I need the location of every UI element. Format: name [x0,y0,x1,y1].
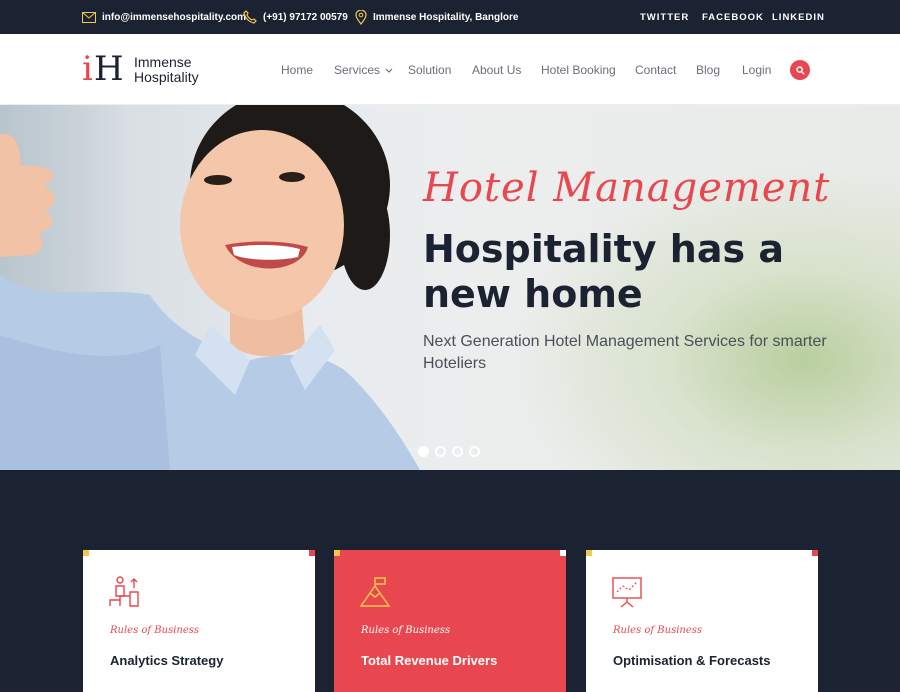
card-title: Total Revenue Drivers [361,653,498,668]
card-corner-accent [586,550,592,556]
site-logo[interactable]: i H Immense Hospitality [82,52,199,88]
hero-title: Hospitality has a new home [423,227,784,316]
slider-dot[interactable] [435,446,446,457]
social-twitter[interactable]: TWITTER [640,0,689,34]
mountain-flag-icon [359,577,391,607]
logo-letter-h: H [94,49,124,89]
slider-dot[interactable] [469,446,480,457]
phone-icon [243,10,257,24]
email-text: info@immensehospitality.com [102,11,247,23]
card-corner-accent [83,550,89,556]
card-corner-accent [812,550,818,556]
logo-line-2: Hospitality [134,69,199,85]
card-title: Analytics Strategy [110,653,224,668]
nav-services[interactable]: Services [334,63,393,77]
social-facebook[interactable]: FACEBOOK [702,0,764,34]
slider-dot[interactable] [418,446,429,457]
logo-line-1: Immense [134,54,192,70]
nav-blog[interactable]: Blog [696,63,720,77]
social-linkedin[interactable]: LINKEDIN [772,0,825,34]
card-kicker: Rules of Business [613,625,703,636]
hero-subtitle: Next Generation Hotel Management Service… [423,333,827,372]
email-contact[interactable]: info@immensehospitality.com [82,0,246,34]
hero-kicker: Hotel Management [423,165,831,211]
hero-slider: Hotel Management Hospitality has a new h… [0,105,900,470]
service-card[interactable]: Rules of Business Total Revenue Drivers [334,550,566,692]
search-button[interactable] [790,60,810,80]
card-corner-accent [560,550,566,556]
nav-contact[interactable]: Contact [635,63,676,77]
logo-letter-i: i [82,49,93,89]
service-card[interactable]: Rules of Business Analytics Strategy [83,550,315,692]
email-icon [82,11,96,23]
card-corner-accent [309,550,315,556]
location-text: Immense Hospitality, Banglore [373,11,519,23]
nav-about-us[interactable]: About Us [472,63,521,77]
nav-hotel-booking[interactable]: Hotel Booking [541,63,616,77]
nav-services-label: Services [334,62,381,77]
nav-home[interactable]: Home [281,63,313,77]
presentation-board-icon [612,577,642,608]
card-kicker: Rules of Business [110,625,200,636]
nav-login[interactable]: Login [742,63,771,77]
location-contact: Immense Hospitality, Banglore [355,0,518,34]
logo-mark: i H [82,52,130,88]
service-card[interactable]: Rules of Business Optimisation & Forecas… [586,550,818,692]
chevron-down-icon [385,68,393,73]
hero-person-image [0,105,420,470]
analytics-icon [109,576,139,607]
top-bar: info@immensehospitality.com (+91) 97172 … [0,0,900,34]
logo-text: Immense Hospitality [134,55,199,85]
slider-pagination [418,446,486,457]
location-pin-icon [355,9,367,25]
search-icon [795,65,805,75]
card-kicker: Rules of Business [361,625,451,636]
phone-text: (+91) 97172 00579 [263,11,348,23]
nav-solution[interactable]: Solution [408,63,451,77]
card-corner-accent [334,550,340,556]
main-header: i H Immense Hospitality Home Services So… [0,34,900,105]
slider-dot[interactable] [452,446,463,457]
phone-contact[interactable]: (+91) 97172 00579 [243,0,348,34]
card-title: Optimisation & Forecasts [613,653,771,668]
